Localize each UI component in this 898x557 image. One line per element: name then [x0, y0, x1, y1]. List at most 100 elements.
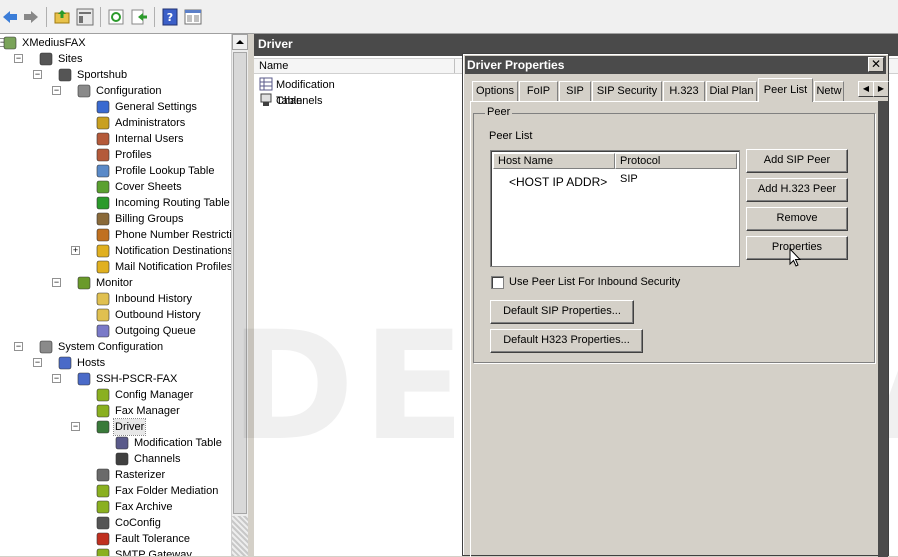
tree-item-label: Rasterizer — [115, 469, 166, 481]
use-peer-list-inbound-checkbox[interactable] — [491, 276, 504, 289]
add-sip-peer-button[interactable]: Add SIP Peer — [746, 149, 848, 173]
chevron-up-icon — [236, 40, 244, 44]
tree-item-label: Cover Sheets — [115, 181, 182, 193]
tree-expand-toggle[interactable]: + — [71, 246, 80, 255]
peer-row[interactable]: <HOST IP ADDR> SIP — [493, 171, 737, 189]
settings-icon — [96, 100, 110, 114]
tab-netw[interactable]: Netw — [814, 81, 844, 101]
tree-item-label: Administrators — [115, 117, 186, 129]
tab-sip[interactable]: SIP — [559, 81, 591, 101]
tree-item-label: Sites — [58, 53, 83, 65]
tree-collapse-toggle[interactable]: − — [14, 54, 23, 63]
tab-scroll-left-button[interactable]: ◀ — [858, 81, 874, 97]
refresh-icon[interactable] — [107, 8, 125, 26]
help-icon[interactable]: ? — [161, 8, 179, 26]
tree-collapse-toggle[interactable]: − — [33, 358, 42, 367]
gear-icon — [77, 84, 91, 98]
tree-collapse-toggle[interactable]: − — [71, 422, 80, 431]
tab-peer-list[interactable]: Peer List — [758, 78, 813, 102]
hosts-icon — [58, 356, 72, 370]
remove-button[interactable]: Remove — [746, 207, 848, 231]
tree-item-label: Profile Lookup Table — [115, 165, 215, 177]
default-sip-properties-button[interactable]: Default SIP Properties... — [490, 300, 634, 324]
tab-foip[interactable]: FoIP — [519, 81, 558, 101]
tab-h-323[interactable]: H.323 — [663, 81, 705, 101]
host-name-column-header[interactable]: Host Name — [493, 153, 615, 169]
peer-list-table[interactable]: Host Name Protocol <HOST IP ADDR> SIP — [490, 150, 740, 267]
up-folder-icon[interactable] — [53, 8, 71, 26]
tree-item-label: General Settings — [115, 101, 197, 113]
warning-icon — [96, 244, 110, 258]
toolbar-separator — [100, 7, 101, 27]
toolbar: ? — [0, 0, 898, 34]
tree-item-label: Phone Number Restriction — [115, 229, 231, 241]
tree-collapse-toggle[interactable]: − — [33, 70, 42, 79]
forward-icon[interactable] — [22, 8, 40, 26]
tree-item-label: Channels — [134, 453, 181, 465]
tree-item-label: CoConfig — [115, 517, 161, 529]
dialog-title-bar[interactable]: Driver Properties ✕ — [465, 56, 886, 74]
tree-item-label: Inbound History — [115, 293, 193, 305]
tree-item-label: Fax Manager — [115, 405, 180, 417]
toolbar-separator — [46, 7, 47, 27]
tree-item-label: Fax Folder Mediation — [115, 485, 219, 497]
tree-item-label: Config Manager — [115, 389, 194, 401]
monitor-icon — [77, 276, 91, 290]
tree-item-label: Fault Tolerance — [115, 533, 191, 545]
add-h323-peer-button[interactable]: Add H.323 Peer — [746, 178, 848, 202]
site-icon — [96, 516, 110, 530]
scroll-track[interactable] — [232, 516, 248, 556]
folder-history-icon — [96, 308, 110, 322]
host-icon — [77, 372, 91, 386]
tree-item-label: Outgoing Queue — [115, 325, 196, 337]
back-icon[interactable] — [1, 8, 19, 26]
scroll-up-button[interactable] — [232, 34, 248, 50]
show-hide-tree-icon[interactable] — [76, 8, 94, 26]
billing-icon — [96, 212, 110, 226]
server-icon — [3, 36, 17, 50]
tab-sip-security[interactable]: SIP Security — [592, 81, 662, 101]
profiles-icon — [96, 148, 110, 162]
tree-item-label: Modification Table — [134, 437, 222, 449]
column-separator[interactable] — [454, 59, 455, 73]
restriction-icon — [96, 228, 110, 242]
dialog-edge — [878, 101, 888, 557]
tree-item-label: Profiles — [115, 149, 152, 161]
navigation-tree[interactable]: − XMediusFAX − Sites − Sportshub − Confi… — [0, 34, 231, 556]
tree-collapse-toggle[interactable]: − — [52, 374, 61, 383]
list-item-label: Channels — [276, 95, 323, 107]
tree-item-label: Internal Users — [115, 133, 184, 145]
export-icon[interactable] — [130, 8, 148, 26]
name-column-label: Name — [259, 60, 289, 72]
scroll-thumb[interactable] — [233, 52, 247, 514]
tree-item-label: Notification Destinations — [115, 245, 231, 257]
cube-icon — [96, 404, 110, 418]
tab-dial-plan[interactable]: Dial Plan — [706, 81, 757, 101]
cover-sheets-icon — [96, 180, 110, 194]
default-h323-properties-button[interactable]: Default H323 Properties... — [490, 329, 643, 353]
cube-icon — [96, 484, 110, 498]
svg-text:?: ? — [167, 11, 173, 24]
protocol-column-header[interactable]: Protocol — [615, 153, 737, 169]
properties-icon[interactable] — [184, 8, 202, 26]
cube-icon — [96, 548, 110, 556]
cube-icon — [96, 500, 110, 514]
tree-collapse-toggle[interactable]: − — [52, 86, 61, 95]
tree-item-label: Monitor — [96, 277, 133, 289]
use-peer-list-inbound-label[interactable]: Use Peer List For Inbound Security — [509, 275, 680, 289]
close-button[interactable]: ✕ — [868, 57, 884, 72]
administrators-icon — [96, 116, 110, 130]
queue-icon — [96, 324, 110, 338]
tree-item-label: Incoming Routing Table — [115, 197, 230, 209]
tab-options[interactable]: Options — [472, 81, 518, 101]
tree-item-label: Configuration — [96, 85, 162, 97]
tree-item-label: Billing Groups — [115, 213, 184, 225]
tree-vertical-scrollbar[interactable] — [231, 34, 248, 556]
tab-scroll-right-button[interactable]: ▶ — [873, 81, 889, 97]
close-icon: ✕ — [870, 57, 882, 71]
tree-collapse-toggle[interactable]: − — [52, 278, 61, 287]
channel-icon — [115, 452, 129, 466]
tree-collapse-toggle[interactable]: − — [14, 342, 23, 351]
peer-protocol-cell: SIP — [620, 173, 638, 185]
tree-item-label: SMTP Gateway — [115, 549, 192, 556]
